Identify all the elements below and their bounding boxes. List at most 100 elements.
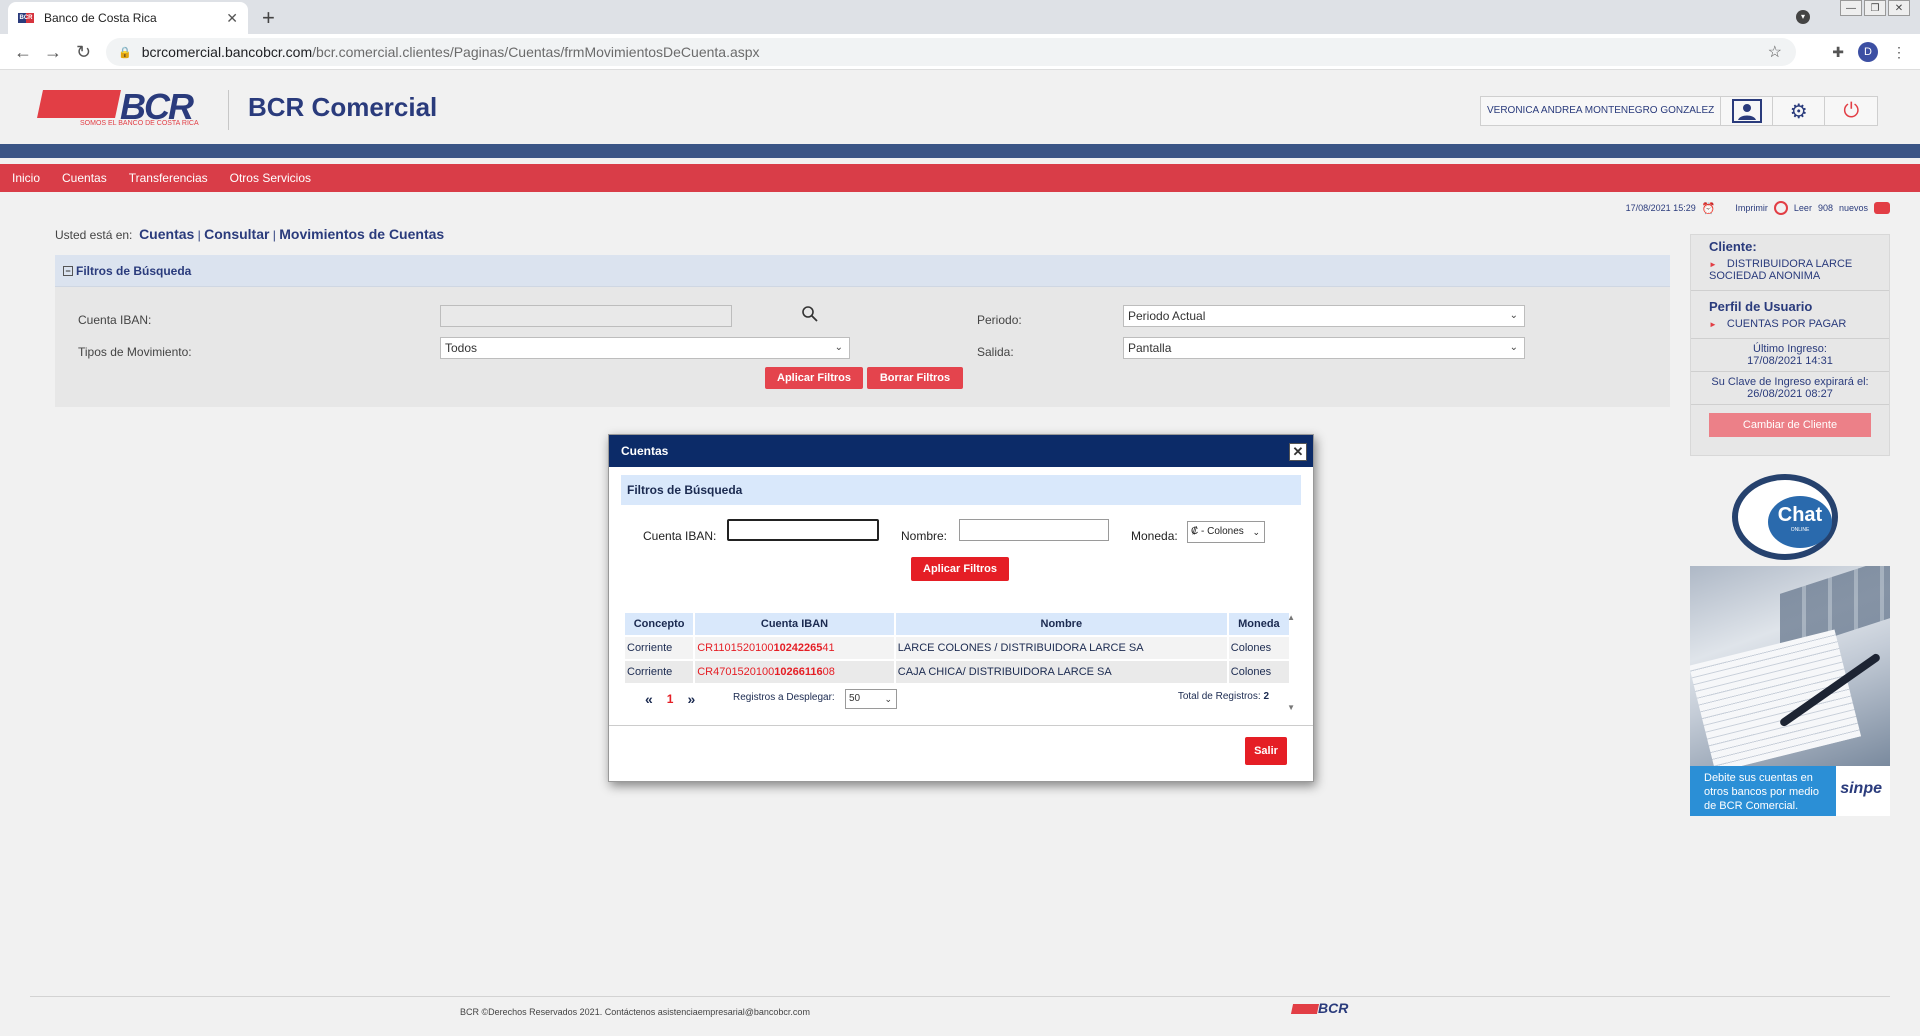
tipos-value: Todos (445, 341, 478, 355)
pager-first-icon[interactable]: « (645, 691, 653, 707)
modal-close-icon[interactable]: ✕ (1289, 443, 1307, 461)
mail-icon[interactable] (1874, 202, 1890, 214)
modal-name-label: Nombre: (901, 529, 948, 543)
logo-red-bar (37, 90, 121, 118)
chat-online-button[interactable]: Chat ONLINE (1732, 474, 1838, 560)
tipos-label: Tipos de Movimiento: (78, 345, 192, 359)
periodo-select[interactable]: Periodo Actual ⌄ (1123, 305, 1525, 327)
restore-icon[interactable]: ❐ (1864, 0, 1886, 16)
profile-title: Perfil de Usuario (1709, 299, 1813, 314)
bullet-arrow-icon: ► (1709, 260, 1717, 269)
currency-value: ₡ - Colones (1191, 526, 1244, 537)
datetime-text: 17/08/2021 15:29 (1625, 203, 1696, 213)
minimize-icon[interactable]: — (1840, 0, 1862, 16)
client-title: Cliente: (1709, 239, 1757, 254)
brand-title: BCR Comercial (248, 92, 438, 122)
clear-filters-button[interactable]: Borrar Filtros (867, 367, 963, 389)
salida-select[interactable]: Pantalla ⌄ (1123, 337, 1525, 359)
tab-close-icon[interactable]: ✕ (226, 10, 238, 27)
modal-filter-header: Filtros de Búsqueda (621, 475, 1301, 505)
user-box: VERONICA ANDREA MONTENEGRO GONZALEZ ⚙ ⏻ (1480, 96, 1879, 126)
pager: « 1 » (645, 691, 695, 707)
tab-search-icon[interactable]: ▾ (1796, 10, 1810, 24)
exit-button[interactable]: Salir (1245, 737, 1287, 765)
user-profile-icon[interactable] (1721, 97, 1774, 125)
breadcrumb-prefix: Usted está en: (55, 228, 133, 242)
bcr-logo[interactable]: BCR SOMOS EL BANCO DE COSTA RICA (37, 86, 200, 130)
search-icon[interactable] (801, 305, 819, 328)
salida-label: Salida: (977, 345, 1014, 359)
print-icon[interactable] (1773, 201, 1788, 215)
modal-apply-filters-button[interactable]: Aplicar Filtros (911, 557, 1009, 581)
table-row[interactable]: Corriente CR11015201001024226541 LARCE C… (625, 637, 1289, 659)
total-records: Total de Registros: 2 (1178, 691, 1269, 702)
pager-current-page[interactable]: 1 (667, 692, 674, 706)
footer-divider (30, 996, 1890, 997)
cell-concepto: Corriente (625, 661, 694, 683)
per-page-select[interactable]: 50 ⌄ (845, 689, 897, 709)
table-row[interactable]: Corriente CR47015201001026611608 CAJA CH… (625, 661, 1289, 683)
promo-banner-image[interactable] (1690, 566, 1890, 766)
col-nombre[interactable]: Nombre (895, 613, 1227, 635)
nav-item-otros-servicios[interactable]: Otros Servicios (230, 171, 311, 185)
breadcrumb-sep: | (197, 228, 201, 242)
client-value-row: ► DISTRIBUIDORA LARCE SOCIEDAD ANONIMA (1709, 258, 1871, 282)
extensions-puzzle-icon[interactable]: ✚ (1832, 44, 1844, 61)
print-link[interactable]: Imprimir (1735, 203, 1768, 213)
nav-item-cuentas[interactable]: Cuentas (62, 171, 107, 185)
chevron-down-icon: ⌄ (884, 694, 892, 704)
new-tab-button[interactable]: + (262, 5, 275, 31)
url-input[interactable]: 🔒 bcrcomercial.bancobcr.com/bcr.comercia… (106, 38, 1796, 66)
breadcrumb: Usted está en: Cuentas | Consultar | Mov… (55, 226, 444, 242)
close-window-icon[interactable]: ✕ (1888, 0, 1910, 16)
profile-avatar[interactable]: D (1858, 42, 1878, 62)
modal-name-input[interactable] (959, 519, 1109, 541)
apply-filters-button[interactable]: Aplicar Filtros (765, 367, 863, 389)
reload-icon[interactable]: ↻ (76, 42, 91, 63)
pager-last-icon[interactable]: » (687, 691, 695, 707)
scroll-up-icon[interactable]: ▲ (1287, 613, 1295, 622)
bcr-favicon-icon: BCR (18, 13, 34, 23)
collapse-toggle-icon[interactable]: − (63, 265, 73, 276)
read-link[interactable]: Leer (1794, 203, 1812, 213)
main-nav: Inicio Cuentas Transferencias Otros Serv… (0, 164, 1920, 192)
tipos-select[interactable]: Todos ⌄ (440, 337, 850, 359)
col-concepto[interactable]: Concepto (625, 613, 694, 635)
forward-arrow-icon[interactable]: → (44, 42, 62, 63)
divider (1691, 290, 1889, 291)
breadcrumb-item[interactable]: Consultar (204, 226, 269, 242)
cell-nombre: LARCE COLONES / DISTRIBUIDORA LARCE SA (895, 637, 1227, 659)
header-blue-stripe (0, 144, 1920, 158)
iban-input[interactable] (440, 305, 732, 327)
total-label: Total de Registros: (1177, 691, 1261, 702)
browser-tab[interactable]: BCR Banco de Costa Rica ✕ (8, 2, 248, 34)
bookmark-star-icon[interactable]: ☆ (1768, 42, 1782, 62)
power-logout-icon[interactable]: ⏻ (1825, 97, 1877, 125)
footer-logo-bar (1290, 1004, 1320, 1014)
col-moneda[interactable]: Moneda (1228, 613, 1289, 635)
settings-gear-icon[interactable]: ⚙ (1773, 97, 1826, 125)
modal-currency-select[interactable]: ₡ - Colones ⌄ (1187, 521, 1265, 543)
nav-item-inicio[interactable]: Inicio (12, 171, 40, 185)
change-client-button[interactable]: Cambiar de Cliente (1709, 413, 1871, 437)
footer-text: BCR ©Derechos Reservados 2021. Contácten… (460, 1007, 810, 1017)
breadcrumb-item[interactable]: Cuentas (139, 226, 194, 242)
col-iban[interactable]: Cuenta IBAN (695, 613, 894, 635)
cell-iban[interactable]: CR47015201001026611608 (695, 661, 894, 683)
iban-suffix: 08 (822, 666, 835, 678)
chevron-down-icon: ⌄ (1509, 310, 1518, 321)
profile-section: Perfil de Usuario ► CUENTAS POR PAGAR (1691, 295, 1889, 334)
breadcrumb-sep: | (272, 228, 276, 242)
scroll-down-icon[interactable]: ▼ (1287, 703, 1295, 712)
filters-header[interactable]: − Filtros de Búsqueda (55, 255, 1670, 287)
iban-suffix: 41 (822, 642, 835, 654)
nav-item-transferencias[interactable]: Transferencias (129, 171, 208, 185)
modal-iban-input[interactable] (727, 519, 879, 541)
site-header: BCR SOMOS EL BANCO DE COSTA RICA BCR Com… (0, 70, 1920, 144)
cell-iban[interactable]: CR11015201001024226541 (695, 637, 894, 659)
browser-menu-icon[interactable]: ⋮ (1892, 44, 1906, 61)
promo-banner-text[interactable]: Debite sus cuentas en otros bancos por m… (1690, 766, 1890, 816)
back-arrow-icon[interactable]: ← (14, 42, 32, 63)
table-header-row: Concepto Cuenta IBAN Nombre Moneda (625, 613, 1289, 635)
clock-icon: ⏰ (1701, 202, 1716, 215)
